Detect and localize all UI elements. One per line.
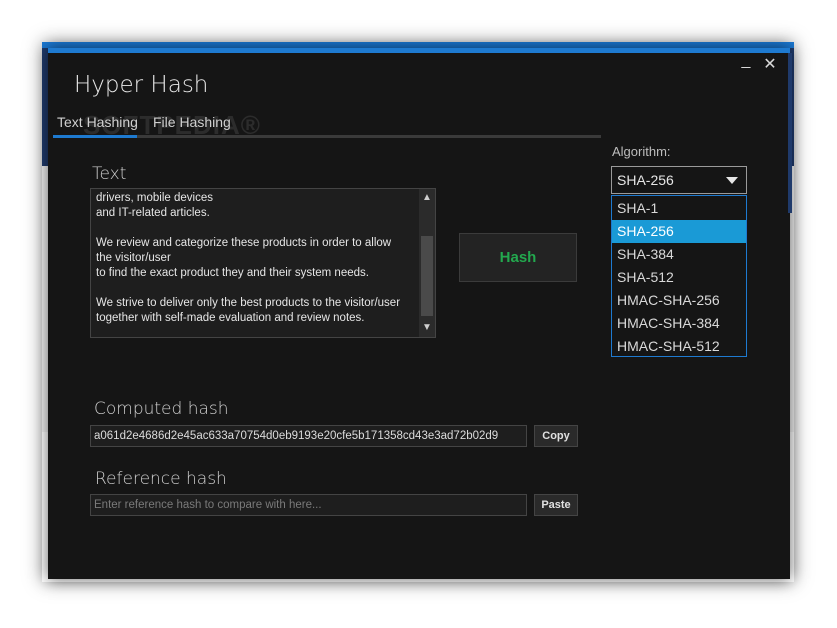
algorithm-option-sha-384[interactable]: SHA-384: [612, 243, 746, 266]
tab-file-hashing[interactable]: File Hashing: [153, 114, 231, 130]
scroll-down-arrow-icon[interactable]: ▼: [419, 321, 435, 335]
text-input-content[interactable]: drivers, mobile devices and IT-related a…: [96, 191, 414, 326]
hyper-hash-window: _ ✕ Hyper Hash SOFTPEDIA® Text Hashing F…: [48, 48, 792, 579]
app-title: Hyper Hash: [74, 72, 209, 98]
computed-hash-field[interactable]: a061d2e4686d2e45ac633a70754d0eb9193e20cf…: [90, 425, 527, 447]
close-button[interactable]: ✕: [761, 54, 779, 74]
algorithm-options-list: SHA-1 SHA-256 SHA-384 SHA-512 HMAC-SHA-2…: [611, 195, 747, 357]
window-accent-bar: [48, 48, 790, 53]
algorithm-selected-value: SHA-256: [617, 172, 674, 188]
text-input-area[interactable]: drivers, mobile devices and IT-related a…: [90, 188, 436, 338]
window-edge-strip: [788, 53, 792, 213]
scroll-up-arrow-icon[interactable]: ▲: [419, 191, 435, 205]
algorithm-dropdown[interactable]: SHA-256: [611, 166, 747, 194]
algorithm-label: Algorithm:: [612, 144, 671, 159]
reference-hash-input[interactable]: Enter reference hash to compare with her…: [90, 494, 527, 516]
minimize-button[interactable]: _: [737, 52, 755, 70]
algorithm-option-hmac-sha-384[interactable]: HMAC-SHA-384: [612, 312, 746, 335]
copy-button[interactable]: Copy: [534, 425, 578, 447]
algorithm-option-hmac-sha-512[interactable]: HMAC-SHA-512: [612, 335, 746, 358]
hash-button[interactable]: Hash: [459, 233, 577, 282]
algorithm-option-sha-512[interactable]: SHA-512: [612, 266, 746, 289]
text-label: Text: [92, 164, 127, 184]
tab-text-hashing[interactable]: Text Hashing: [57, 114, 138, 130]
chevron-down-icon[interactable]: [726, 177, 738, 184]
algorithm-option-sha-256[interactable]: SHA-256: [612, 220, 746, 243]
reference-hash-label: Reference hash: [95, 469, 227, 489]
tab-active-indicator: [53, 135, 137, 138]
algorithm-option-sha-1[interactable]: SHA-1: [612, 197, 746, 220]
scroll-thumb[interactable]: [421, 236, 433, 316]
text-scrollbar[interactable]: ▲ ▼: [419, 189, 435, 337]
computed-hash-label: Computed hash: [94, 399, 229, 419]
algorithm-option-hmac-sha-256[interactable]: HMAC-SHA-256: [612, 289, 746, 312]
paste-button[interactable]: Paste: [534, 494, 578, 516]
